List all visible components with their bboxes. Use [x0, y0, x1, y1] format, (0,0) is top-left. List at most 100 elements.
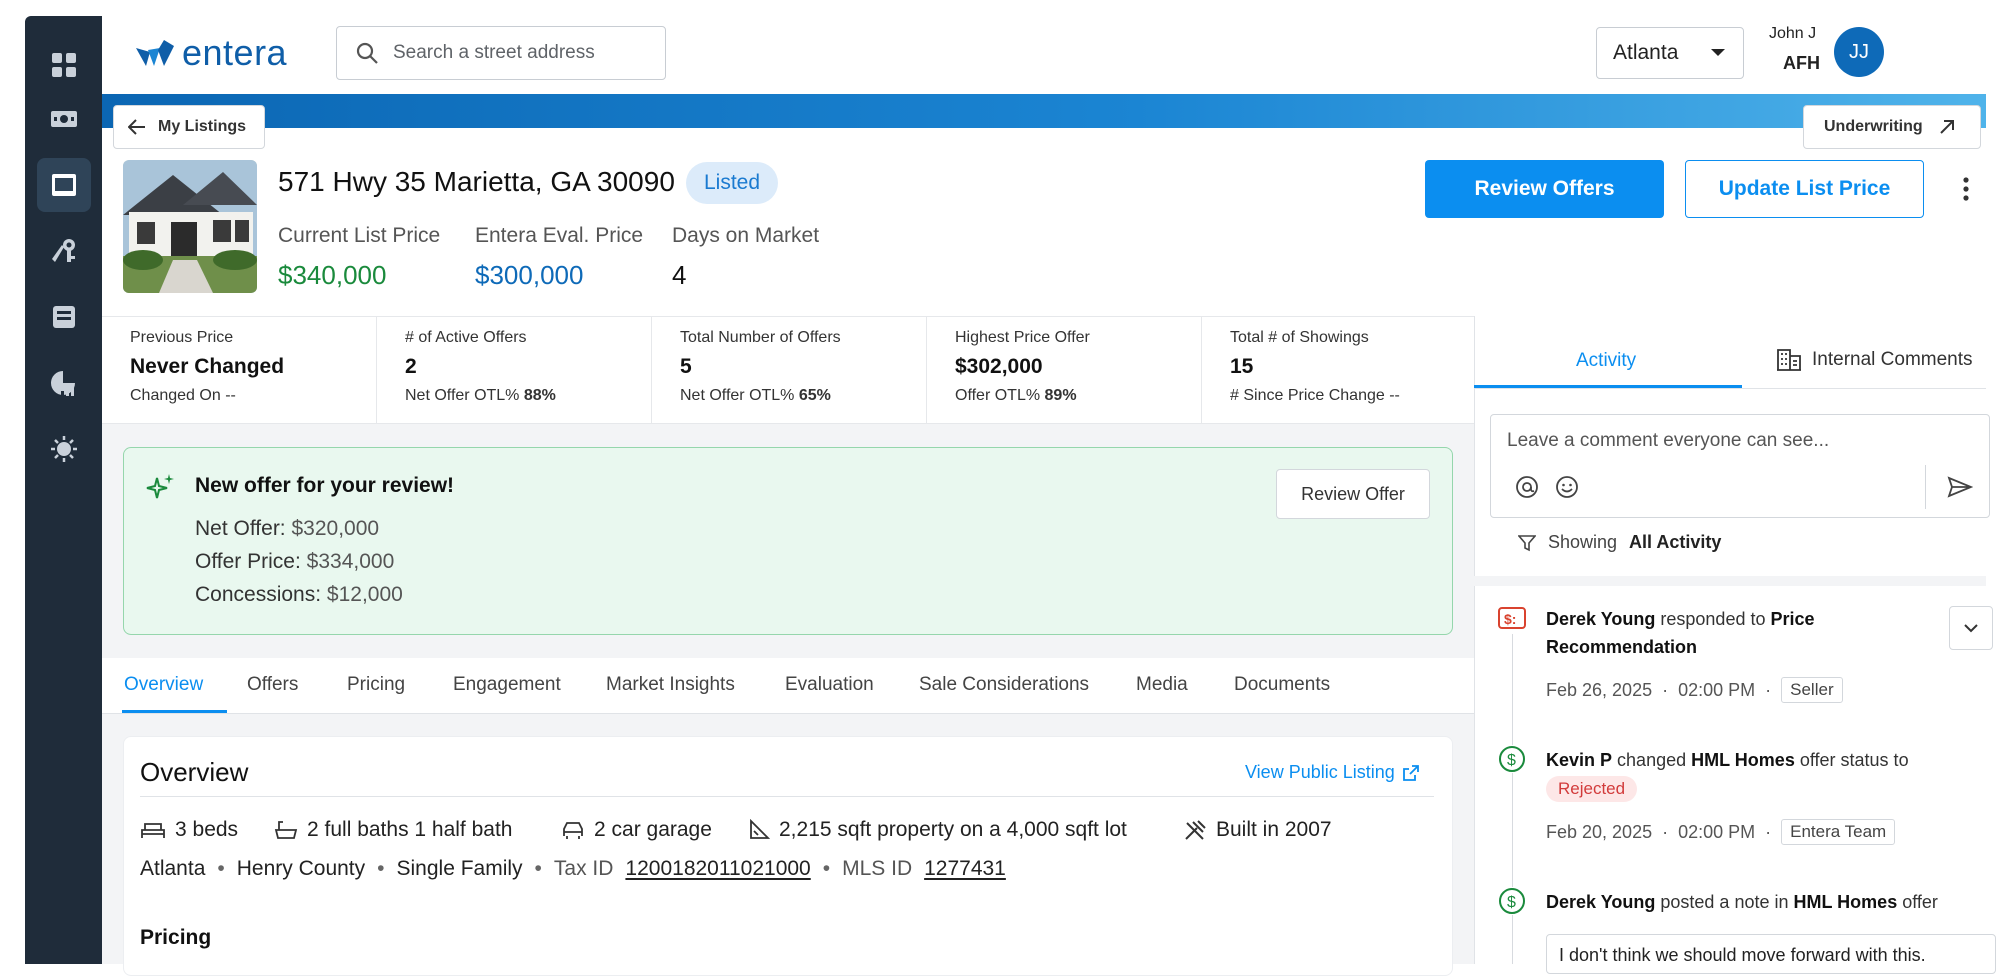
meta-county: Henry County: [236, 857, 366, 880]
underwriting-label: Underwriting: [1824, 118, 1923, 135]
update-list-price-button[interactable]: Update List Price: [1685, 160, 1924, 218]
send-icon[interactable]: [1947, 475, 1973, 499]
pricing-heading: Pricing: [140, 926, 212, 949]
city-value: Atlanta: [1613, 41, 1679, 64]
header-banner: [102, 94, 1986, 128]
comment-input[interactable]: [1507, 430, 1907, 452]
stat-label: Highest Price Offer: [955, 329, 1090, 346]
underwriting-button[interactable]: Underwriting: [1803, 105, 1981, 149]
search-input[interactable]: [393, 42, 653, 64]
mention-icon[interactable]: [1515, 475, 1539, 499]
external-arrow-icon: [1939, 120, 1954, 134]
sidebar: [25, 16, 102, 964]
tab-media[interactable]: Media: [1136, 674, 1188, 696]
dollar-icon: $: [1498, 745, 1526, 773]
feature-baths: 2 full baths 1 half bath: [274, 818, 512, 842]
area-icon: [750, 819, 770, 839]
active-tab-indicator: [122, 710, 227, 713]
expand-button[interactable]: [1949, 606, 1993, 650]
status-badge: Listed: [686, 162, 779, 204]
tab-pricing[interactable]: Pricing: [347, 674, 405, 696]
tab-documents[interactable]: Documents: [1234, 674, 1330, 696]
tab-market-insights[interactable]: Market Insights: [606, 674, 735, 696]
review-offers-button[interactable]: Review Offers: [1425, 160, 1664, 218]
stats-bar: Previous Price Never Changed Changed On …: [102, 316, 1474, 425]
rejected-badge: Rejected: [1546, 776, 1638, 802]
review-offer-button[interactable]: Review Offer: [1276, 469, 1430, 519]
eval-price: $300,000: [475, 260, 584, 290]
address-search[interactable]: [336, 26, 666, 80]
stat-value: 15: [1230, 355, 1254, 378]
panel-divider: [1474, 316, 1475, 964]
user-name: John J: [1769, 25, 1817, 42]
svg-text:$: $: [1507, 752, 1516, 769]
feed-separator: [1474, 576, 1986, 586]
analytics-icon[interactable]: [37, 356, 91, 410]
emoji-icon[interactable]: [1555, 475, 1579, 499]
tab-overview[interactable]: Overview: [124, 674, 203, 696]
back-label: My Listings: [158, 118, 247, 135]
mls-id-value[interactable]: 1277431: [924, 857, 1006, 881]
avatar[interactable]: JJ: [1834, 27, 1884, 77]
insights-icon[interactable]: [37, 422, 91, 476]
tab-offers[interactable]: Offers: [247, 674, 298, 696]
tab-bar: Overview Offers Pricing Engagement Marke…: [102, 658, 1474, 714]
stat-sub: Net Offer OTL% 88%: [405, 387, 556, 404]
tab-activity[interactable]: Activity: [1576, 350, 1636, 372]
feature-beds: 3 beds: [140, 818, 238, 842]
stat-value: $302,000: [955, 355, 1043, 378]
activity-item-text: Derek Young posted a note in HML Homes o…: [1546, 892, 1938, 912]
svg-text:$:: $:: [1504, 611, 1516, 627]
eval-price-label: Entera Eval. Price: [475, 224, 644, 247]
tab-evaluation[interactable]: Evaluation: [785, 674, 874, 696]
bath-icon: [274, 821, 298, 839]
brand-logo[interactable]: entera: [136, 32, 287, 74]
more-options-icon[interactable]: [1956, 172, 1976, 206]
listings-icon[interactable]: [37, 158, 91, 212]
tab-sale-considerations[interactable]: Sale Considerations: [919, 674, 1089, 696]
activity-item-text: Derek Young responded to Price Recommend…: [1546, 609, 1815, 657]
stat-sub: Offer OTL% 89%: [955, 387, 1077, 404]
sparkle-icon: [146, 472, 176, 502]
stat-active-offers: # of Active Offers 2 Net Offer OTL% 88%: [377, 317, 652, 425]
role-chip: Entera Team: [1781, 819, 1896, 845]
arrow-left-icon: [128, 119, 145, 135]
svg-text:$: $: [1507, 894, 1516, 911]
activity-filter[interactable]: Showing All Activity: [1518, 532, 1721, 553]
stat-value: 2: [405, 355, 417, 378]
stat-total-offers: Total Number of Offers 5 Net Offer OTL% …: [652, 317, 927, 425]
stat-label: # of Active Offers: [405, 329, 527, 346]
tax-id-value[interactable]: 1200182011021000: [625, 857, 810, 881]
current-list-price: $340,000: [278, 260, 387, 290]
city-select[interactable]: Atlanta: [1596, 27, 1744, 79]
offer-alert-title: New offer for your review!: [195, 474, 455, 497]
activity-item-text: Kevin P changed HML Homes offer status t…: [1546, 746, 1976, 802]
back-to-listings-button[interactable]: My Listings: [113, 105, 265, 149]
stat-highest-offer: Highest Price Offer $302,000 Offer OTL% …: [927, 317, 1202, 425]
tools-icon: [1185, 820, 1206, 840]
active-tab-indicator: [1474, 385, 1742, 388]
tab-internal-comments[interactable]: Internal Comments: [1776, 348, 1973, 372]
money-icon[interactable]: [37, 92, 91, 146]
activity-item-meta: Feb 20, 2025 · 02:00 PM · Entera Team: [1546, 819, 1896, 845]
feature-size: 2,215 sqft property on a 4,000 sqft lot: [748, 818, 1127, 842]
net-offer-line: Net Offer: $320,000: [195, 517, 380, 540]
brand-name: entera: [182, 32, 288, 73]
tab-engagement[interactable]: Engagement: [453, 674, 561, 696]
dollar-icon: $: [1498, 887, 1526, 915]
overview-title: Overview: [140, 757, 249, 787]
keys-icon[interactable]: [37, 224, 91, 278]
property-photo[interactable]: [123, 160, 257, 293]
caret-down-icon: [1711, 49, 1725, 56]
property-meta: Atlanta • Henry County • Single Family •…: [140, 857, 1006, 881]
search-icon: [356, 42, 378, 64]
dashboard-icon[interactable]: [37, 38, 91, 92]
inbox-icon[interactable]: [37, 290, 91, 344]
bed-icon: [141, 823, 165, 838]
stat-value: Never Changed: [130, 355, 285, 378]
view-public-listing-link[interactable]: View Public Listing: [1245, 762, 1419, 783]
activity-item-meta: Feb 26, 2025 · 02:00 PM · Seller: [1546, 677, 1843, 703]
offer-price-line: Offer Price: $334,000: [195, 550, 395, 573]
feature-garage: 2 car garage: [561, 818, 712, 842]
days-on-market: 4: [672, 260, 687, 290]
